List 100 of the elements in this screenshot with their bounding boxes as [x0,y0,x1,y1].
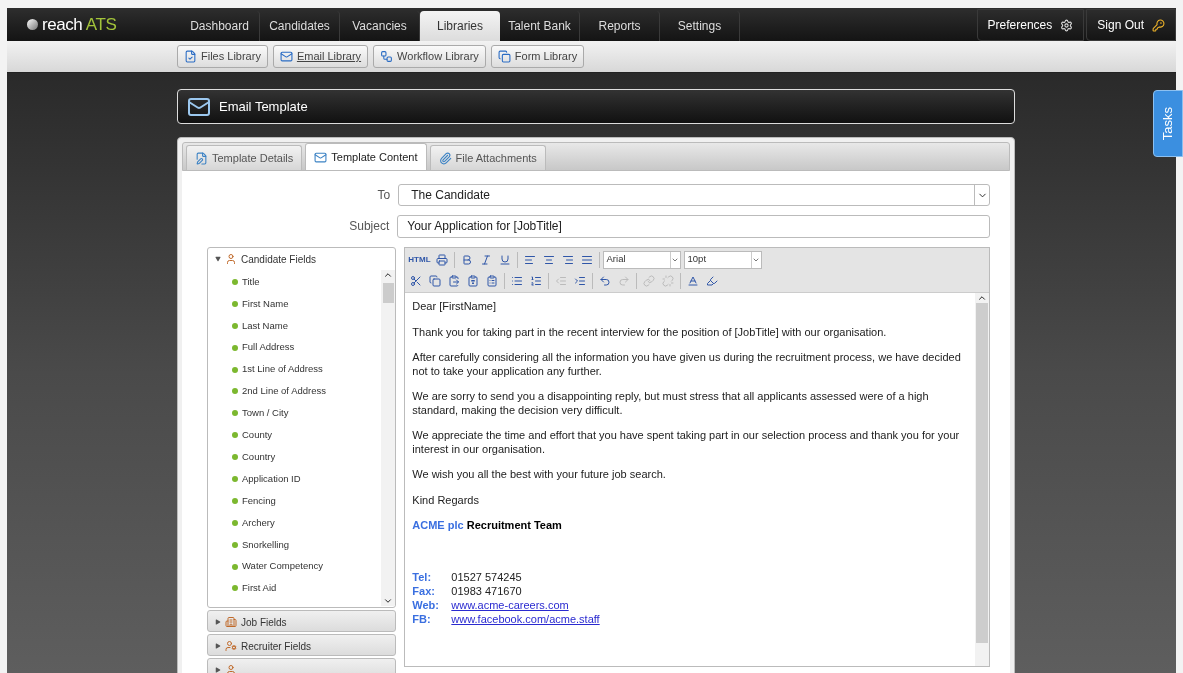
contact-label: Web: [412,598,440,613]
sign-out-button[interactable]: Sign Out [1086,9,1176,41]
recipient-value: The Candidate [411,187,490,204]
merge-field-item[interactable]: First Name [232,292,382,315]
document-icon [184,50,197,63]
merge-field-item[interactable]: Snorkelling [232,533,382,556]
merge-field-item[interactable]: Town / City [232,402,382,425]
contact-link[interactable]: www.acme-careers.com [451,598,569,613]
signature: ACME plc Recruitment Team [412,519,563,533]
scrollbar[interactable] [381,270,396,606]
envelope-icon [279,50,293,63]
html-button[interactable]: HTML [407,250,432,269]
copy-icon [429,274,442,287]
logo-text: reach ATS [42,13,117,36]
italic-icon [479,253,492,266]
forms-icon [497,50,511,63]
scroll-up-icon [977,293,987,303]
body-paragraph: Kind Regards [412,493,480,507]
library-button[interactable]: Form Library [490,45,585,68]
merge-field-item[interactable]: County [232,424,382,447]
building-icon [225,616,237,628]
library-button[interactable]: Workflow Library [373,45,486,68]
scrollbar[interactable] [975,293,989,666]
to-label: To [376,187,392,204]
body-paragraph: Dear [FirstName] [412,300,498,314]
recipient-select[interactable]: The Candidate [398,184,990,206]
template-tab[interactable]: Template Details [186,145,303,170]
group-title: Recruiter Fields [241,639,312,654]
paste-text-icon [467,274,480,287]
justify-icon [580,253,593,266]
settings-icon [1060,18,1074,32]
workflow-icon [380,50,394,63]
contact-label: Tel: [412,570,433,585]
template-tab[interactable]: Template Content [305,143,427,170]
logo-icon [27,19,38,30]
key-icon [1152,18,1165,32]
contact-value: 01527 574245 [451,570,522,585]
undo-icon [599,274,612,287]
align-left-icon [523,253,536,266]
redo-icon [618,274,631,287]
nav-tab[interactable]: Libraries [420,11,500,41]
print-icon [435,253,448,266]
numbered-list-icon [530,274,543,287]
group-header[interactable]: Recruiter Fields [208,635,396,657]
contact-label: FB: [412,612,432,627]
group-header[interactable]: Candidate Fields [208,248,396,270]
font-select[interactable]: Arial [602,250,681,269]
merge-field-item[interactable]: Water Competency [232,555,382,578]
link-icon [643,274,656,287]
merge-field-item[interactable]: Fencing [232,489,382,512]
library-button[interactable]: Files Library [177,45,268,68]
scroll-thumb[interactable] [382,283,394,303]
underline-icon [498,253,511,266]
dropdown-button[interactable] [974,185,989,205]
bullet-list-icon [511,274,524,287]
merge-field-item[interactable]: 1st Line of Address [232,358,382,381]
merge-field-item[interactable]: Title [232,271,382,293]
edit-document-icon [195,151,208,165]
group-title: Job Fields [241,615,287,630]
group-header[interactable]: Job Fields [208,611,396,633]
merge-field-item[interactable]: Country [232,446,382,468]
cut-icon [410,274,423,287]
collapsed-arrow-icon [215,619,221,625]
collapsed-arrow-icon [215,643,221,649]
group-title: Candidate Fields [241,252,317,267]
merge-field-item[interactable]: Full Address [232,336,382,359]
align-right-icon [561,253,574,266]
library-button[interactable]: Email Library [272,45,369,68]
indent-icon [574,274,587,287]
paste-icon [448,274,461,287]
person-icon [225,253,237,265]
text-color-icon [687,274,700,287]
contact-label: Fax: [412,584,436,599]
merge-field-item[interactable]: First Aid [232,577,382,600]
envelope-icon [314,150,328,164]
merge-field-item[interactable]: Last Name [232,314,382,337]
merge-field-item[interactable]: Application ID [232,468,382,490]
bold-icon [460,253,473,266]
unlink-icon [662,274,675,287]
body-paragraph: We are sorry to send you a disappointing reply, but must stress that all applicants assessed were of a high standard, making the decision very difficult. [412,390,930,417]
contact-value: 01983 471670 [451,584,522,599]
body-paragraph: After carefully considering all the information you have given us during the recruitment process, we have decided not to take your application any further. [412,351,962,378]
person-icon [225,664,237,673]
contact-link[interactable]: www.facebook.com/acme.staff [451,612,600,627]
merge-field-item[interactable]: Archery [232,511,382,534]
scroll-thumb[interactable] [976,303,988,643]
body-paragraph: Thank you for taking part in the recent interview for the position of [JobTitle] with our organisation. [412,325,888,339]
paste-word-icon [486,274,499,287]
outdent-icon [555,274,568,287]
subject-field[interactable]: Your Application for [JobTitle] [397,214,990,238]
person-icon [225,640,237,652]
preferences-button[interactable]: Preferences [976,9,1085,41]
merge-field-item[interactable]: 2nd Line of Address [232,380,382,403]
subject-label: Subject [348,218,391,235]
highlight-icon [706,274,719,287]
template-tab[interactable]: File Attachments [429,145,546,170]
size-select[interactable]: 10pt [683,250,762,269]
page-title: Email Template [219,97,308,116]
body-paragraph: We wish you all the best with your future job search. [412,468,667,482]
paperclip-icon [438,151,452,165]
